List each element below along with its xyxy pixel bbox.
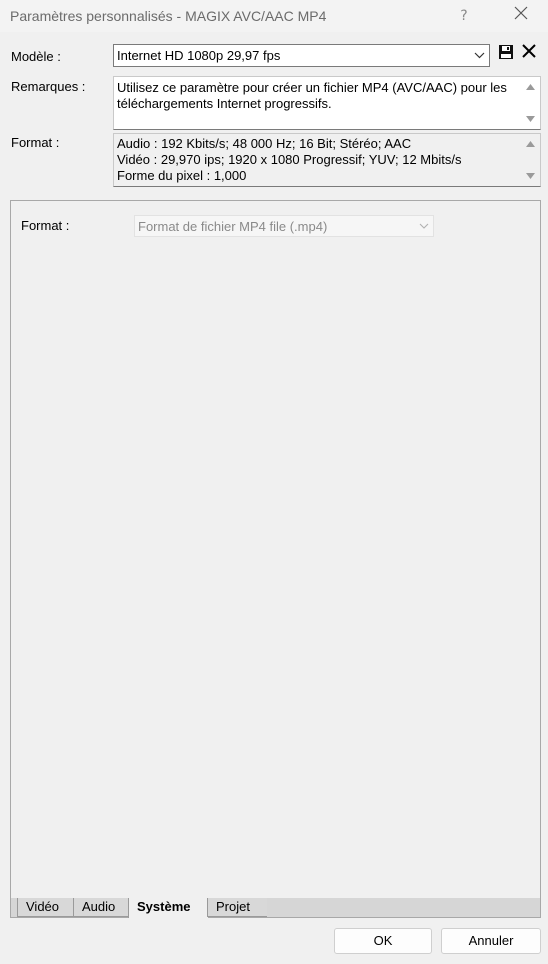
remarks-textbox[interactable]: Utilisez ce paramètre pour créer un fich…	[113, 76, 541, 130]
container-format-label: Format :	[21, 218, 70, 233]
remarks-scrollbar[interactable]	[520, 77, 540, 129]
model-dropdown[interactable]: Internet HD 1080p 29,97 fps	[113, 44, 490, 67]
scroll-up-icon[interactable]	[526, 83, 535, 90]
tab-video[interactable]: Vidéo	[17, 898, 73, 917]
model-label: Modèle :	[11, 49, 61, 64]
format-info-label: Format :	[11, 135, 60, 150]
format-video-line: Vidéo : 29,970 ips; 1920 x 1080 Progress…	[117, 152, 462, 167]
ok-button[interactable]: OK	[334, 928, 432, 954]
format-audio-line: Audio : 192 Kbits/s; 48 000 Hz; 16 Bit; …	[117, 136, 412, 151]
model-dropdown-value: Internet HD 1080p 29,97 fps	[117, 48, 281, 63]
tab-strip: Vidéo Audio Système Projet	[10, 898, 541, 918]
tab-projet[interactable]: Projet	[207, 898, 267, 917]
chevron-down-icon	[474, 52, 485, 59]
window-title: Paramètres personnalisés - MAGIX AVC/AAC…	[10, 8, 327, 24]
scroll-up-icon[interactable]	[526, 140, 535, 147]
close-button[interactable]	[508, 4, 534, 28]
save-disk-icon[interactable]	[498, 44, 514, 60]
tab-systeme[interactable]: Système	[128, 898, 208, 918]
system-tab-panel: Format : Format de fichier MP4 file (.mp…	[10, 200, 541, 899]
scroll-down-icon[interactable]	[526, 116, 535, 123]
chevron-down-icon	[419, 223, 429, 229]
scroll-down-icon[interactable]	[526, 173, 535, 180]
close-icon	[514, 6, 528, 20]
container-format-value: Format de fichier MP4 file (.mp4)	[138, 219, 328, 234]
format-info-textbox: Audio : 192 Kbits/s; 48 000 Hz; 16 Bit; …	[113, 133, 541, 187]
delete-x-icon[interactable]	[520, 42, 538, 60]
remarks-label: Remarques :	[11, 79, 86, 94]
remarks-text: Utilisez ce paramètre pour créer un fich…	[117, 80, 507, 111]
tab-audio[interactable]: Audio	[73, 898, 129, 917]
title-bar: Paramètres personnalisés - MAGIX AVC/AAC…	[0, 0, 548, 32]
help-button[interactable]: ?	[455, 6, 473, 26]
format-pixel-line: Forme du pixel : 1,000	[117, 168, 247, 183]
cancel-button[interactable]: Annuler	[441, 928, 541, 954]
container-format-dropdown: Format de fichier MP4 file (.mp4)	[134, 215, 434, 237]
format-info-scrollbar[interactable]	[520, 134, 540, 186]
